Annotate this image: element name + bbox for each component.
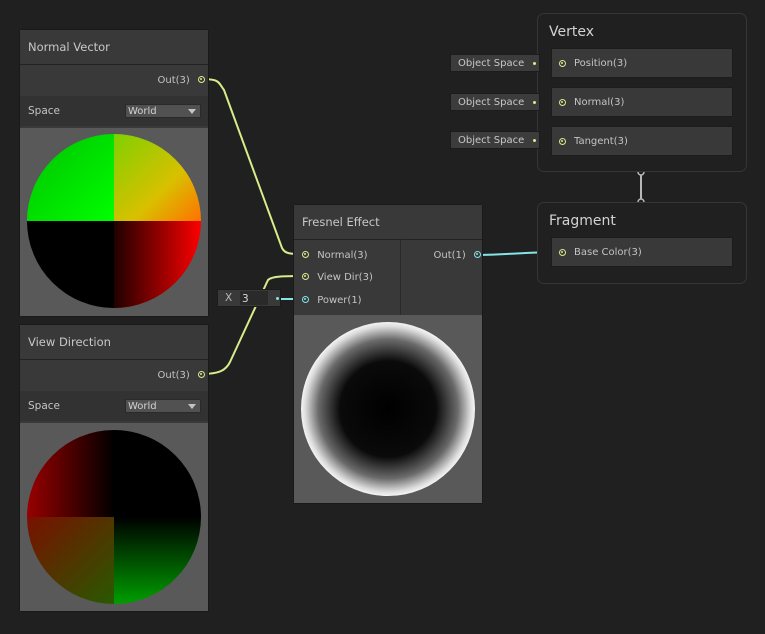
fresnel-effect-node[interactable]: Fresnel Effect Normal(3) View Dir(3) Pow… bbox=[293, 204, 483, 504]
vd-quadrant-br bbox=[114, 517, 201, 604]
fragment-base-color-port[interactable] bbox=[559, 249, 566, 256]
normal-vector-space-value: World bbox=[128, 106, 157, 117]
fresnel-preview-sphere bbox=[301, 322, 475, 496]
fresnel-output-label: Out(1) bbox=[433, 250, 466, 261]
fragment-title: Fragment bbox=[549, 213, 616, 229]
vertex-position-slot[interactable]: Position(3) bbox=[551, 48, 733, 78]
power-axis-label: X bbox=[225, 292, 233, 304]
fresnel-column-divider bbox=[400, 239, 401, 315]
normal-vector-preview bbox=[20, 128, 208, 316]
wire-normal-to-fresnel bbox=[200, 78, 306, 255]
normal-vector-space-label: Space bbox=[28, 105, 60, 117]
view-direction-space-row: Space World bbox=[20, 391, 208, 421]
normal-vector-title: Normal Vector bbox=[20, 30, 208, 65]
power-inline-input[interactable]: X 3 bbox=[217, 289, 281, 307]
position-space-tag-label: Object Space bbox=[458, 58, 525, 69]
normal-vector-output-label: Out(3) bbox=[157, 75, 190, 86]
vertex-normal-slot[interactable]: Normal(3) bbox=[551, 87, 733, 117]
normal-space-tag-label: Object Space bbox=[458, 97, 525, 108]
vertex-tangent-port[interactable] bbox=[559, 138, 566, 145]
normal-vector-output-port[interactable] bbox=[198, 76, 205, 83]
fragment-base-color-slot[interactable]: Base Color(3) bbox=[551, 237, 733, 267]
vd-quadrant-tr bbox=[114, 430, 201, 517]
vertex-normal-port[interactable] bbox=[559, 99, 566, 106]
view-direction-preview bbox=[20, 423, 208, 611]
fresnel-power-label: Power(1) bbox=[317, 295, 362, 306]
chevron-down-icon bbox=[188, 109, 196, 114]
fresnel-normal-port[interactable] bbox=[302, 251, 309, 258]
normal-vector-output[interactable]: Out(3) bbox=[157, 75, 205, 86]
power-inline-port bbox=[276, 297, 279, 300]
fresnel-viewdir-label: View Dir(3) bbox=[317, 272, 373, 283]
view-direction-node[interactable]: View Direction Out(3) Space World bbox=[19, 324, 209, 612]
fresnel-input-viewdir[interactable]: View Dir(3) bbox=[302, 272, 373, 283]
nv-quadrant-tl bbox=[27, 134, 114, 221]
view-direction-title: View Direction bbox=[20, 325, 208, 360]
normal-vector-node[interactable]: Normal Vector Out(3) Space World bbox=[19, 29, 209, 317]
normal-vector-preview-sphere bbox=[27, 134, 201, 308]
power-value[interactable]: 3 bbox=[240, 291, 268, 305]
normal-vector-space-dropdown[interactable]: World bbox=[125, 104, 201, 118]
normal-space-tag[interactable]: Object Space bbox=[450, 93, 540, 111]
fresnel-output-port[interactable] bbox=[474, 251, 481, 258]
vertex-tangent-slot[interactable]: Tangent(3) bbox=[551, 126, 733, 156]
tangent-tag-port bbox=[533, 139, 536, 142]
fragment-base-color-label: Base Color(3) bbox=[574, 247, 642, 258]
fresnel-power-port[interactable] bbox=[302, 296, 309, 303]
vertex-normal-label: Normal(3) bbox=[574, 97, 625, 108]
tangent-space-tag[interactable]: Object Space bbox=[450, 131, 540, 149]
view-direction-output-label: Out(3) bbox=[157, 370, 190, 381]
view-direction-output-port[interactable] bbox=[198, 371, 205, 378]
vd-quadrant-tl bbox=[27, 430, 114, 517]
view-direction-space-dropdown[interactable]: World bbox=[125, 399, 201, 413]
vertex-position-label: Position(3) bbox=[574, 58, 628, 69]
normal-vector-space-row: Space World bbox=[20, 96, 208, 126]
nv-quadrant-tr bbox=[114, 134, 201, 221]
fresnel-input-normal[interactable]: Normal(3) bbox=[302, 250, 368, 261]
normal-tag-port bbox=[533, 101, 536, 104]
fresnel-preview bbox=[294, 315, 482, 503]
vertex-position-port[interactable] bbox=[559, 60, 566, 67]
view-direction-space-value: World bbox=[128, 401, 157, 412]
vd-quadrant-bl bbox=[27, 517, 114, 604]
view-direction-preview-sphere bbox=[27, 430, 201, 604]
nv-quadrant-bl bbox=[27, 221, 114, 308]
fresnel-sphere bbox=[301, 322, 475, 496]
fresnel-output[interactable]: Out(1) bbox=[433, 250, 481, 261]
fresnel-viewdir-port[interactable] bbox=[302, 273, 309, 280]
fresnel-input-power[interactable]: Power(1) bbox=[302, 295, 362, 306]
fresnel-effect-title: Fresnel Effect bbox=[294, 205, 482, 240]
nv-quadrant-br bbox=[114, 221, 201, 308]
position-space-tag[interactable]: Object Space bbox=[450, 54, 540, 72]
vertex-title: Vertex bbox=[549, 24, 595, 40]
view-direction-output[interactable]: Out(3) bbox=[157, 370, 205, 381]
vertex-tangent-label: Tangent(3) bbox=[574, 136, 628, 147]
position-tag-port bbox=[533, 62, 536, 65]
view-direction-space-label: Space bbox=[28, 400, 60, 412]
tangent-space-tag-label: Object Space bbox=[458, 135, 525, 146]
fresnel-normal-label: Normal(3) bbox=[317, 250, 368, 261]
chevron-down-icon bbox=[188, 404, 196, 409]
